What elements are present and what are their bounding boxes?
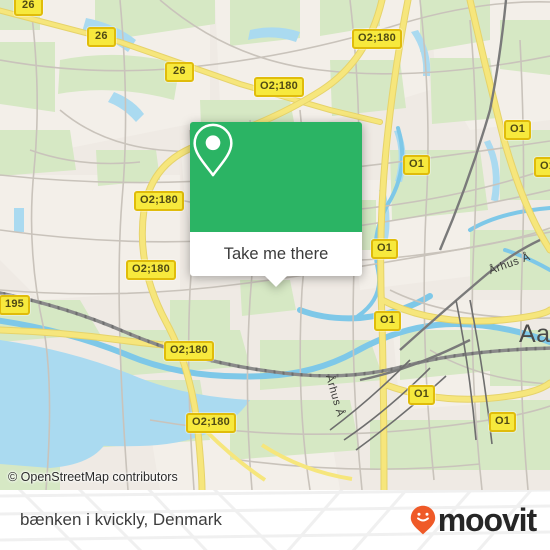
osm-attribution[interactable]: © OpenStreetMap contributors	[8, 470, 178, 484]
road-shield[interactable]: O1	[403, 155, 431, 175]
road-shield[interactable]: O1	[504, 120, 532, 140]
road-shield[interactable]: 26	[14, 0, 43, 16]
footer-bar: bænken i kvickly, Denmark moovit	[0, 490, 550, 550]
road-shield[interactable]: O2;180	[254, 77, 304, 97]
take-me-there-label: Take me there	[223, 244, 329, 263]
road-shield[interactable]: O1	[489, 412, 517, 432]
location-popup-card[interactable]: Take me there	[190, 122, 362, 287]
map-screenshot-page: 26 26 26 O2;180 O2;180 O2;180 O2;180 O2;…	[0, 0, 550, 550]
road-shield[interactable]: 26	[165, 62, 194, 82]
popup-pin-area	[190, 122, 362, 232]
road-shield[interactable]: O2;180	[126, 260, 176, 280]
road-shield[interactable]: O2;180	[186, 413, 236, 433]
road-shield[interactable]: O2;180	[352, 29, 402, 49]
map-pin-icon	[193, 123, 233, 177]
road-shield[interactable]: O1	[534, 157, 550, 177]
take-me-there-button[interactable]: Take me there	[190, 232, 362, 287]
road-shield[interactable]: 26	[87, 27, 116, 47]
moovit-smiley-pin-icon	[410, 505, 435, 535]
brand-name: moovit	[437, 502, 537, 538]
map-canvas[interactable]: 26 26 26 O2;180 O2;180 O2;180 O2;180 O2;…	[0, 0, 550, 490]
road-shield[interactable]: O1	[408, 385, 436, 405]
road-shield[interactable]: O1	[371, 239, 399, 259]
road-shield[interactable]: O1	[374, 311, 402, 331]
popup-tail	[265, 276, 287, 287]
road-shield[interactable]: 195	[0, 295, 30, 315]
road-shield[interactable]: O2;180	[164, 341, 214, 361]
moovit-logo[interactable]: moovit	[410, 502, 537, 538]
road-shield[interactable]: O2;180	[134, 191, 184, 211]
page-title: bænken i kvickly, Denmark	[20, 510, 222, 529]
city-label: Aa	[519, 320, 550, 348]
